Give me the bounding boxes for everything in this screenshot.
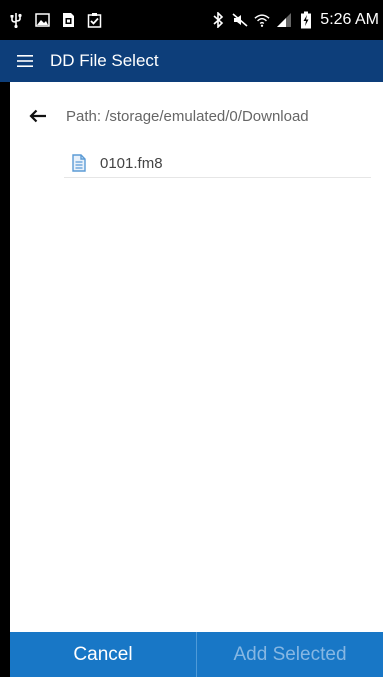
bluetooth-icon <box>210 12 226 28</box>
wifi-icon <box>254 12 270 28</box>
document-icon <box>72 153 88 174</box>
bottom-action-bar: Cancel Add Selected <box>10 632 383 677</box>
image-icon <box>34 12 50 28</box>
mute-icon <box>232 12 248 28</box>
status-time: 5:26 AM <box>320 11 379 28</box>
app-bar: DD File Select <box>0 40 383 82</box>
hamburger-menu-icon[interactable] <box>14 50 36 72</box>
battery-charging-icon <box>298 11 314 29</box>
status-left-icons <box>8 12 102 28</box>
sim-card-icon <box>60 12 76 28</box>
path-label: Path: /storage/emulated/0/Download <box>66 107 309 125</box>
clipboard-check-icon <box>86 12 102 28</box>
app-title: DD File Select <box>50 51 159 70</box>
status-right-icons: 5:26 AM <box>210 11 379 29</box>
arrow-left-icon[interactable] <box>26 104 50 128</box>
status-bar: 5:26 AM <box>0 0 383 40</box>
file-list-item[interactable]: 0101.fm8 <box>64 150 371 178</box>
cancel-button[interactable]: Cancel <box>10 632 196 677</box>
signal-icon <box>276 12 292 28</box>
path-row: Path: /storage/emulated/0/Download <box>10 82 383 150</box>
file-name: 0101.fm8 <box>100 155 163 172</box>
add-selected-button[interactable]: Add Selected <box>197 632 383 677</box>
usb-icon <box>8 12 24 28</box>
file-browser: Path: /storage/emulated/0/Download 0101.… <box>10 82 383 632</box>
